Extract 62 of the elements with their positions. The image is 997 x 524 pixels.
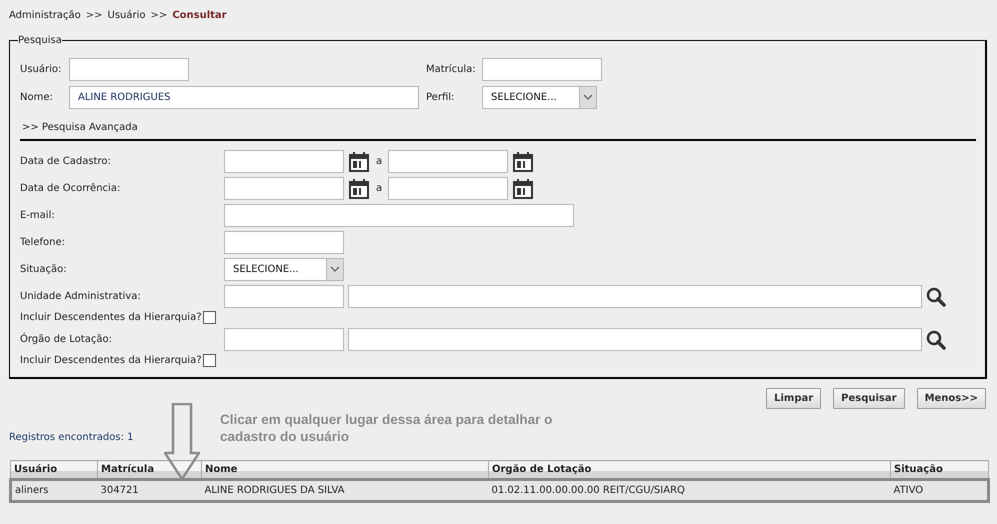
- field-label: Unidade Administrativa:: [20, 291, 142, 302]
- search-icon[interactable]: [926, 330, 946, 350]
- field-label: Telefone:: [20, 237, 66, 248]
- chevron-icon: [583, 94, 593, 101]
- column-header[interactable]: Usuário: [10, 460, 98, 480]
- date-field[interactable]: [224, 150, 344, 173]
- section-legend: Pesquisa: [18, 35, 62, 46]
- input-field[interactable]: ALINE RODRIGUES: [69, 86, 419, 109]
- breadcrumb-link[interactable]: Usuário: [108, 10, 146, 24]
- input-field[interactable]: [224, 204, 574, 227]
- field-label: E-mail:: [20, 210, 56, 221]
- date-field[interactable]: [388, 150, 508, 173]
- breadcrumb-separator: >>: [86, 10, 103, 23]
- field-label: Órgão de Lotação:: [20, 334, 113, 345]
- field-label: Nome:: [20, 92, 54, 103]
- table-cell: ALINE RODRIGUES DA SILVA: [202, 480, 488, 502]
- column-header[interactable]: Orgão de Lotação: [488, 460, 890, 480]
- annotation-note: Clicar em qualquer lugar dessa área para detalhar o cadastro do usuário: [220, 411, 554, 445]
- calendar-icon[interactable]: [512, 178, 534, 200]
- description-field[interactable]: [348, 285, 922, 308]
- column-header[interactable]: Situação: [890, 460, 988, 480]
- breadcrumb-link[interactable]: Administração: [9, 10, 81, 24]
- field-label: Data de Cadastro:: [20, 156, 112, 167]
- section-title[interactable]: >> Pesquisa Avançada: [22, 122, 976, 133]
- table-cell: ATIVO: [890, 480, 988, 502]
- action-button[interactable]: Limpar: [766, 388, 822, 409]
- chevron-icon: [330, 266, 340, 273]
- table-cell: aliners: [10, 480, 98, 502]
- table-cell: 304721: [98, 480, 202, 502]
- input-field[interactable]: [482, 58, 602, 81]
- action-button[interactable]: Menos>>: [916, 388, 986, 409]
- dropdown[interactable]: SELECIONE...: [224, 258, 344, 281]
- range-joiner: a: [376, 183, 382, 194]
- breadcrumb-current: Consultar: [172, 10, 227, 23]
- field-label: Situação:: [20, 264, 68, 275]
- code-field[interactable]: [224, 328, 344, 351]
- calendar-icon[interactable]: [348, 150, 370, 172]
- input-field[interactable]: [224, 231, 344, 254]
- records-count: Registros encontrados: 1: [9, 432, 134, 445]
- dropdown[interactable]: SELECIONE...: [482, 86, 597, 109]
- checkbox[interactable]: [202, 310, 216, 324]
- description-field[interactable]: [348, 328, 922, 351]
- field-label: Matrícula:: [426, 64, 477, 75]
- field-label: Incluir Descendentes da Hierarquia?: [20, 354, 202, 366]
- action-button[interactable]: Pesquisar: [833, 388, 905, 409]
- column-header[interactable]: Nome: [202, 460, 488, 480]
- range-joiner: a: [376, 156, 382, 167]
- calendar-icon[interactable]: [348, 178, 370, 200]
- field-label: Perfil:: [426, 92, 456, 103]
- breadcrumb-separator: >>: [150, 10, 168, 23]
- table-cell: 01.02.11.00.00.00.00 REIT/CGU/SIARQ: [488, 480, 890, 502]
- field-label: Usuário:: [20, 64, 62, 75]
- calendar-icon[interactable]: [512, 150, 534, 172]
- date-field[interactable]: [388, 177, 508, 200]
- date-field[interactable]: [224, 177, 344, 200]
- field-label: Data de Ocorrência:: [20, 183, 122, 194]
- field-label: Incluir Descendentes da Hierarquia?: [20, 312, 202, 322]
- table-row[interactable]: aliners 304721 ALINE RODRIGUES DA SILVA 01.02.11.00.00.00.00 REIT/CGU/SIARQ ATIVO: [10, 480, 988, 502]
- search-icon[interactable]: [926, 286, 946, 306]
- input-field[interactable]: [69, 58, 189, 81]
- code-field[interactable]: [224, 285, 344, 308]
- checkbox[interactable]: [202, 354, 216, 366]
